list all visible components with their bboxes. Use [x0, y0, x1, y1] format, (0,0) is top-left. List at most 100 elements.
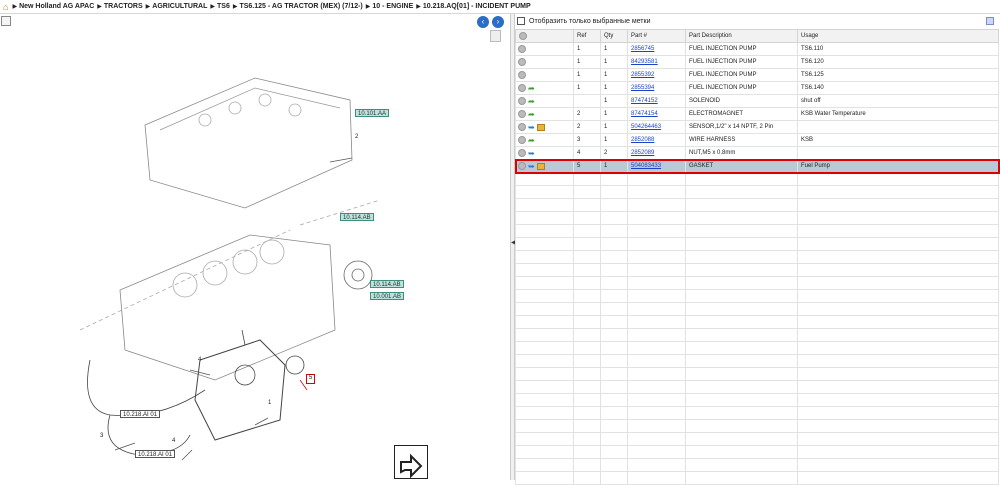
export-icon[interactable] — [394, 445, 428, 479]
part-number-link[interactable]: 2856745 — [631, 46, 654, 52]
empty-cell — [515, 367, 574, 381]
package-icon[interactable] — [536, 123, 545, 131]
part-number-link[interactable]: 504083433 — [631, 163, 661, 169]
table-row[interactable]: ➥ 4 2 2852089 NUT,M5 x 0.8mm — [515, 146, 999, 160]
green-arrow-icon[interactable]: ➦ — [528, 84, 535, 93]
part-number-link[interactable]: 2852089 — [631, 150, 654, 156]
part-number-link[interactable]: 2855392 — [631, 72, 654, 78]
breadcrumb-item[interactable]: AGRICULTURAL — [152, 3, 207, 10]
header-usage[interactable]: Usage — [797, 29, 999, 43]
diagram-ref-number-selected[interactable]: 5 — [306, 374, 315, 384]
breadcrumb-item[interactable]: TS6 — [217, 3, 230, 10]
diagram-ref-number[interactable]: 2 — [355, 134, 358, 140]
package-icon[interactable] — [536, 162, 545, 170]
cell-part-number[interactable]: 2855392 — [627, 68, 686, 82]
next-diagram-button[interactable]: › — [492, 16, 504, 28]
zoom-icon[interactable] — [1, 16, 11, 26]
cell-part-number[interactable]: 87474154 — [627, 107, 686, 121]
select-circle-icon[interactable] — [518, 58, 526, 66]
cell-usage: TS6.110 — [797, 42, 999, 56]
select-circle-icon[interactable] — [518, 136, 526, 144]
table-row[interactable]: ➦ 2 1 87474154 ELECTROMAGNET KSB Water Temper… — [515, 107, 999, 121]
diagram-callout-link[interactable]: 10.114.AB — [340, 213, 374, 221]
diagram-ref-number[interactable]: 3 — [100, 433, 103, 439]
empty-cell — [600, 276, 628, 290]
blue-arrow-icon[interactable]: ➥ — [528, 162, 535, 171]
green-arrow-icon[interactable]: ➦ — [528, 97, 535, 106]
empty-cell — [573, 328, 601, 342]
empty-cell — [600, 367, 628, 381]
part-number-link[interactable]: 84293581 — [631, 59, 658, 65]
collapse-arrow-icon[interactable]: ◀ — [511, 239, 516, 255]
breadcrumb-item[interactable]: TS6.125 - AG TRACTOR (MEX) (7/12-) — [239, 3, 362, 10]
select-circle-icon[interactable] — [518, 110, 526, 118]
empty-cell — [573, 250, 601, 264]
previous-diagram-button[interactable]: ‹ — [477, 16, 489, 28]
row-icons: ➦ — [515, 94, 574, 108]
cell-part-number[interactable]: 2852088 — [627, 133, 686, 147]
table-row[interactable]: 1 1 2855392 FUEL INJECTION PUMP TS6.125 — [515, 68, 999, 82]
table-row[interactable]: 1 1 84293581 FUEL INJECTION PUMP TS6.120 — [515, 55, 999, 69]
diagram-ref-number[interactable]: 1 — [268, 400, 271, 406]
table-row[interactable]: ➥ 2 1 504264463 SENSOR,1/2" x 14 NPTF, 2 Pin — [515, 120, 999, 134]
table-row[interactable]: 1 1 2856745 FUEL INJECTION PUMP TS6.110 — [515, 42, 999, 56]
home-icon[interactable]: ⌂ — [3, 2, 8, 12]
empty-cell — [685, 458, 798, 472]
select-circle-icon[interactable] — [518, 149, 526, 157]
header-qty[interactable]: Qty — [600, 29, 628, 43]
select-circle-icon[interactable] — [518, 84, 526, 92]
blue-arrow-icon[interactable]: ➥ — [528, 149, 535, 158]
cell-part-number[interactable]: 2856745 — [627, 42, 686, 56]
cell-part-number[interactable]: 504264463 — [627, 120, 686, 134]
cell-part-number[interactable]: 87474152 — [627, 94, 686, 108]
blue-arrow-icon[interactable]: ➥ — [528, 123, 535, 132]
diagram-callout-link[interactable]: 10.218.AI 01 — [135, 450, 176, 458]
select-circle-icon[interactable] — [518, 123, 526, 131]
settings-icon[interactable] — [986, 17, 994, 25]
diagram-callout-link[interactable]: 10.101.AA — [355, 109, 390, 117]
select-circle-icon[interactable] — [518, 97, 526, 105]
empty-cell — [797, 380, 999, 394]
breadcrumb-item[interactable]: New Holland AG APAC — [19, 3, 94, 10]
part-number-link[interactable]: 87474152 — [631, 98, 658, 104]
part-number-link[interactable]: 87474154 — [631, 111, 658, 117]
cell-part-number[interactable]: 2855394 — [627, 81, 686, 95]
part-number-link[interactable]: 2855394 — [631, 85, 654, 91]
table-row[interactable]: ➦ 1 87474152 SOLENOID shut off — [515, 94, 999, 108]
green-arrow-icon[interactable]: ➦ — [528, 136, 535, 145]
select-circle-icon[interactable] — [518, 45, 526, 53]
table-row[interactable]: ➦ 1 1 2855394 FUEL INJECTION PUMP TS6.140 — [515, 81, 999, 95]
show-selected-checkbox[interactable] — [517, 17, 525, 25]
breadcrumb-item[interactable]: 10 - ENGINE — [372, 3, 413, 10]
diagram-ref-number[interactable]: 4 — [172, 438, 175, 444]
green-arrow-icon[interactable]: ➦ — [528, 110, 535, 119]
select-circle-icon[interactable] — [518, 162, 526, 170]
header-part[interactable]: Part # — [627, 29, 686, 43]
part-number-link[interactable]: 2852088 — [631, 137, 654, 143]
select-circle-icon[interactable] — [518, 71, 526, 79]
diagram-callout-link[interactable]: 10.001.AB — [370, 292, 405, 300]
empty-cell — [515, 250, 574, 264]
table-row-selected[interactable]: ➥ 5 1 504083433 GASKET Fuel Pump — [514, 158, 1000, 174]
cell-ref: 1 — [573, 42, 601, 56]
table-row[interactable]: ➦ 3 1 2852088 WIRE HARNESS KSB — [515, 133, 999, 147]
part-number-link[interactable]: 504264463 — [631, 124, 661, 130]
cell-part-number[interactable]: 504083433 — [627, 159, 686, 173]
breadcrumb-item[interactable]: TRACTORS — [104, 3, 143, 10]
diagram-ref-number[interactable]: 4 — [198, 357, 201, 363]
empty-cell — [515, 198, 574, 212]
cell-ref — [573, 94, 601, 108]
diagram-callout-link[interactable]: 10.218.AI 01 — [120, 410, 161, 418]
empty-cell — [627, 458, 686, 472]
header-description[interactable]: Part Description — [685, 29, 798, 43]
empty-cell — [573, 198, 601, 212]
exploded-parts-diagram — [79, 77, 381, 461]
cell-part-number[interactable]: 84293581 — [627, 55, 686, 69]
diagram-callout-link[interactable]: 10.114.AB — [370, 280, 404, 288]
empty-cell — [600, 432, 628, 446]
empty-cell — [685, 172, 798, 186]
cell-part-number[interactable]: 2852089 — [627, 146, 686, 160]
empty-cell — [685, 211, 798, 225]
empty-cell — [600, 471, 628, 485]
header-ref[interactable]: Ref — [573, 29, 601, 43]
